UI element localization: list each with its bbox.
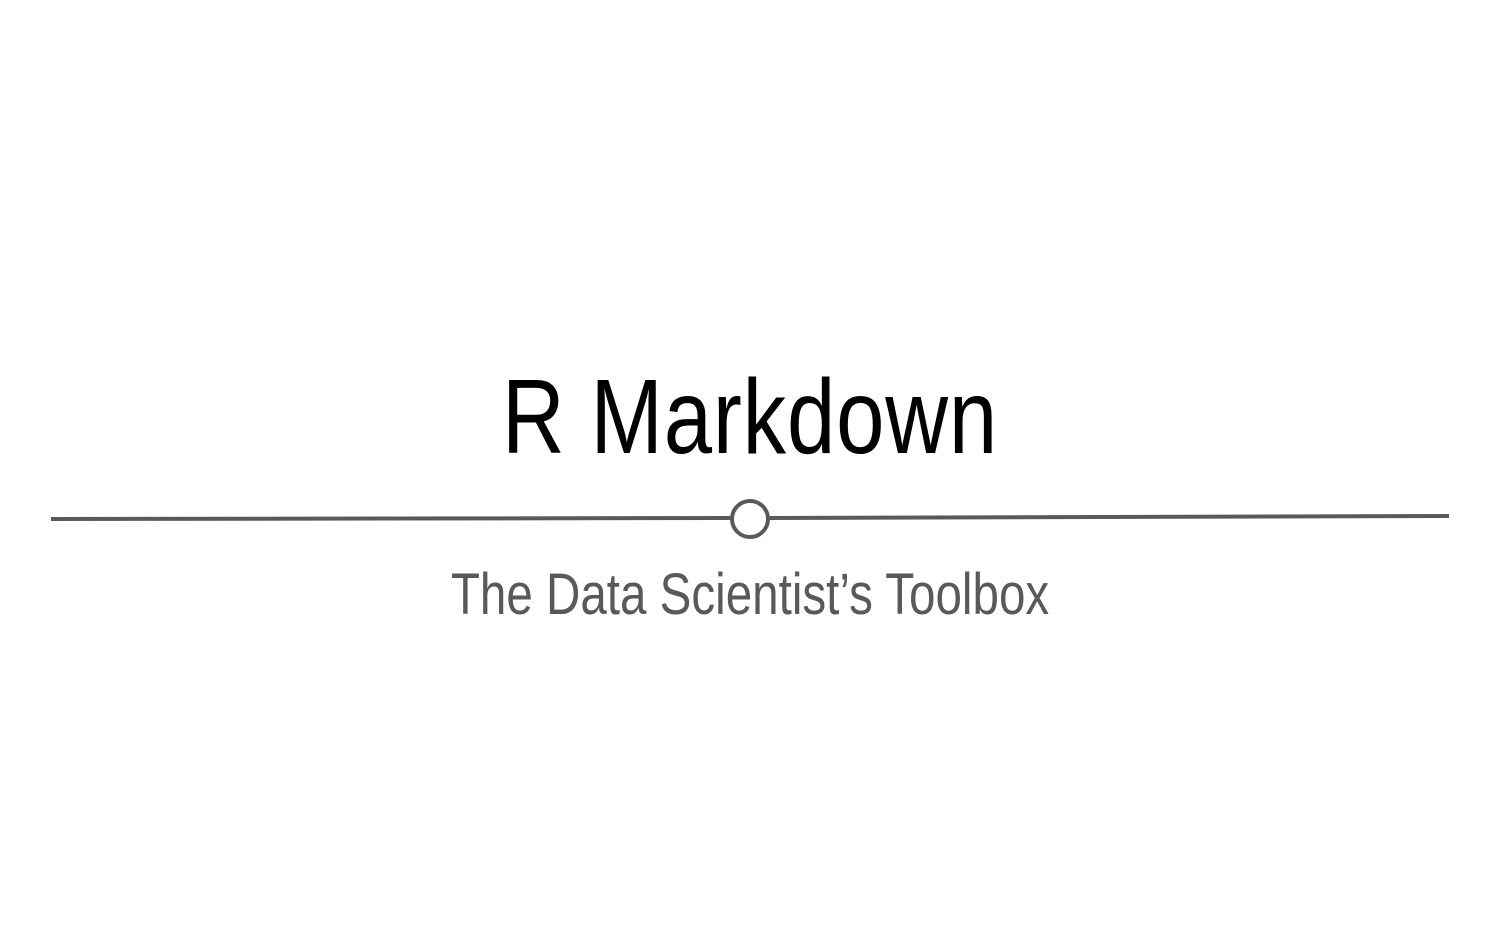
- divider-circle-icon: [730, 499, 770, 539]
- slide-subtitle: The Data Scientist’s Toolbox: [450, 562, 1050, 627]
- divider-line-right: [769, 514, 1450, 520]
- title-slide: R Markdown The Data Scientist’s Toolbox: [0, 0, 1500, 938]
- slide-title: R Markdown: [501, 358, 999, 476]
- divider-line-left: [50, 516, 731, 521]
- title-divider: [50, 499, 1450, 539]
